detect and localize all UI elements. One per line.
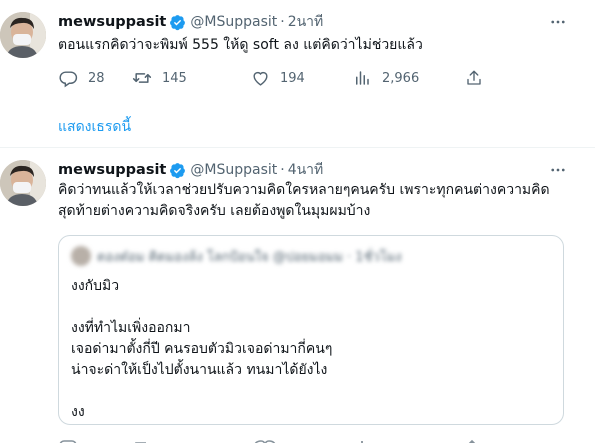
share-icon bbox=[464, 68, 484, 88]
retweet-count: 145 bbox=[162, 70, 187, 86]
quote-line: งงที่ทำไมเพิ่งออกมา bbox=[71, 320, 191, 336]
tweet[interactable]: mewsuppasit @MSuppasit · 4นาที คิดว่าทนแ… bbox=[0, 148, 595, 443]
tweet-text-line: คิดว่าทนแล้วให้เวลาช่วยปรับความคิดใครหลา… bbox=[58, 182, 550, 198]
handle[interactable]: @MSuppasit bbox=[190, 162, 277, 178]
tweet-text: คิดว่าทนแล้วให้เวลาช่วยปรับความคิดใครหลา… bbox=[58, 180, 568, 222]
verified-badge-icon bbox=[169, 162, 186, 179]
tweet-text: ตอนแรกคิดว่าจะพิมพ์ 555 ให้ดู soft ลง แต… bbox=[58, 37, 423, 53]
separator-dot: · bbox=[280, 162, 285, 178]
quoted-tweet[interactable]: ตองต๋อม คิดมองล้ง โลกป้อนใจ @ปอยมอมม · 1… bbox=[58, 235, 564, 425]
handle[interactable]: @MSuppasit bbox=[190, 14, 277, 30]
quoted-tweet-text: งงกับมิว งงที่ทำไมเพิ่งออกมา เจอด่ามาตั้… bbox=[71, 276, 332, 423]
tweet-actions-cropped bbox=[58, 434, 488, 443]
tweet-text-line: สุดท้ายต่างความคิดจริงครับ เลยต้องพูดในม… bbox=[58, 203, 371, 219]
avatar[interactable] bbox=[0, 12, 46, 58]
reply-count: 28 bbox=[88, 70, 105, 86]
quote-line: น่าจะด่าให้เป็งไปตั้งนานแล้ว ทนมาได้ยังไ… bbox=[71, 362, 328, 378]
reply-icon bbox=[58, 68, 78, 88]
quote-line: งง bbox=[71, 404, 85, 420]
quoted-avatar bbox=[71, 246, 91, 266]
views-chart-icon bbox=[352, 68, 372, 88]
like-count: 194 bbox=[280, 70, 305, 86]
timestamp[interactable]: 2นาที bbox=[288, 11, 324, 33]
quote-line: งงกับมิว bbox=[71, 278, 120, 294]
heart-icon bbox=[250, 68, 270, 88]
display-name[interactable]: mewsuppasit bbox=[58, 14, 166, 30]
display-name[interactable]: mewsuppasit bbox=[58, 162, 166, 178]
quote-line: เจอด่ามาตั้งกี่ปี คนรอบตัวมิวเจอด่ามากี่… bbox=[71, 341, 333, 357]
separator-dot: · bbox=[280, 14, 285, 30]
more-dots-icon[interactable] bbox=[547, 160, 569, 180]
retweet-icon bbox=[132, 68, 152, 88]
avatar[interactable] bbox=[0, 160, 46, 206]
quoted-header-text: ตองต๋อม คิดมองล้ง โลกป้อนใจ @ปอยมอมม · 1… bbox=[97, 249, 402, 265]
quoted-tweet-header-blurred: ตองต๋อม คิดมองล้ง โลกป้อนใจ @ปอยมอมม · 1… bbox=[71, 246, 402, 266]
tweet-actions: 28 145 194 2,966 bbox=[58, 66, 488, 90]
tweet[interactable]: mewsuppasit @MSuppasit · 2นาที ตอนแรกคิด… bbox=[0, 0, 595, 148]
like-button[interactable]: 194 bbox=[250, 66, 305, 90]
verified-badge-icon bbox=[169, 14, 186, 31]
views-count: 2,966 bbox=[382, 70, 420, 86]
quote-line bbox=[71, 381, 332, 402]
retweet-button[interactable]: 145 bbox=[132, 66, 187, 90]
tweet-header: mewsuppasit @MSuppasit · 4นาที bbox=[58, 160, 323, 180]
tweet-header: mewsuppasit @MSuppasit · 2นาที bbox=[58, 12, 323, 32]
show-thread-link[interactable]: แสดงเธรดนี้ bbox=[58, 116, 131, 138]
more-dots-icon[interactable] bbox=[547, 12, 569, 32]
reply-button[interactable]: 28 bbox=[58, 66, 105, 90]
quote-line bbox=[71, 297, 332, 318]
views-button[interactable]: 2,966 bbox=[352, 66, 419, 90]
share-button[interactable] bbox=[464, 66, 494, 90]
timestamp[interactable]: 4นาที bbox=[288, 159, 324, 181]
